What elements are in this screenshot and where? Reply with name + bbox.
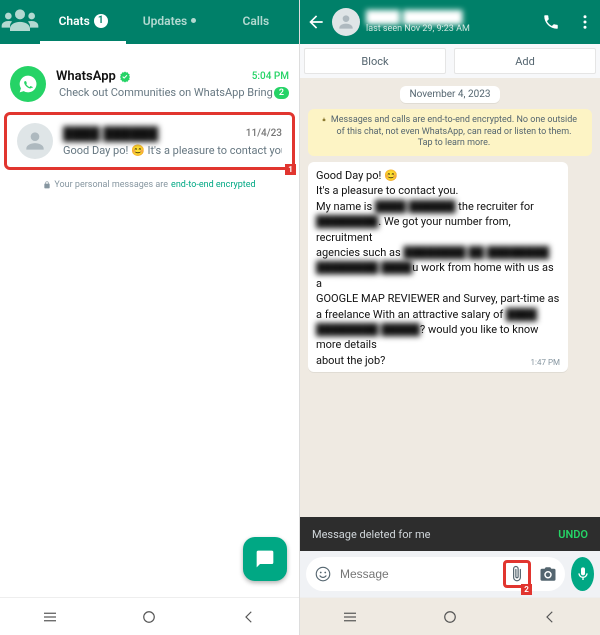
date-pill: November 4, 2023 bbox=[400, 86, 501, 103]
chat-body: ████ ██████ 11/4/23 Good Day po! 😊 It's … bbox=[63, 126, 282, 157]
unread-badge: 2 bbox=[274, 87, 289, 99]
chat-name: WhatsApp bbox=[56, 69, 131, 84]
person-icon bbox=[336, 12, 356, 32]
tab-chats-label: Chats bbox=[59, 14, 90, 28]
chat-time: 11/4/23 bbox=[246, 128, 282, 139]
chat-header-status: last seen Nov 29, 9:23 AM bbox=[366, 24, 526, 34]
emoji-icon[interactable] bbox=[314, 565, 332, 583]
nav-home-icon[interactable] bbox=[140, 608, 158, 626]
nav-back-icon[interactable] bbox=[541, 608, 559, 626]
deleted-label: Message deleted for me bbox=[312, 528, 430, 541]
tab-chats[interactable]: Chats 1 bbox=[40, 0, 126, 44]
undo-button[interactable]: UNDO bbox=[558, 528, 588, 541]
msg-blur: ████████ bbox=[316, 215, 378, 228]
android-nav-bar bbox=[300, 597, 600, 635]
e2e-banner-text: Messages and calls are end-to-end encryp… bbox=[330, 115, 578, 150]
msg-line: It's a pleasure to contact you. bbox=[316, 184, 458, 197]
chat-item-highlight: ████ ██████ 11/4/23 Good Day po! 😊 It's … bbox=[4, 112, 295, 170]
messages-area[interactable]: November 4, 2023 Messages and calls are … bbox=[300, 78, 600, 517]
action-row: Block Add bbox=[300, 44, 600, 78]
chat-list: WhatsApp 5:04 PM Check out Communities o… bbox=[0, 44, 299, 597]
message-time: 1:47 PM bbox=[531, 357, 560, 368]
chat-item-whatsapp[interactable]: WhatsApp 5:04 PM Check out Communities o… bbox=[0, 58, 299, 110]
tab-chats-badge: 1 bbox=[94, 14, 108, 28]
chat-time: 5:04 PM bbox=[252, 71, 289, 82]
lock-icon bbox=[322, 115, 326, 124]
msg-line: agencies such as bbox=[316, 246, 403, 259]
input-bar: 2 bbox=[300, 551, 600, 597]
lock-icon bbox=[43, 181, 51, 189]
chat-name-blurred: ████ ██████ bbox=[63, 126, 158, 142]
msg-line: a freelance With an attractive salary of bbox=[316, 308, 506, 321]
tab-calls-label: Calls bbox=[242, 14, 269, 28]
chat-body: WhatsApp 5:04 PM Check out Communities o… bbox=[56, 69, 289, 99]
tab-updates-dot bbox=[191, 18, 196, 23]
chat-screen: ████ ███████ last seen Nov 29, 9:23 AM B… bbox=[300, 0, 600, 635]
msg-blur: ████████ ████ bbox=[316, 261, 412, 274]
attach-highlight: 2 bbox=[503, 560, 531, 588]
chat-item-unknown[interactable]: ████ ██████ 11/4/23 Good Day po! 😊 It's … bbox=[7, 115, 292, 167]
new-chat-icon bbox=[255, 549, 275, 569]
camera-icon[interactable] bbox=[539, 565, 557, 583]
avatar bbox=[17, 123, 53, 159]
msg-line: the recruiter for bbox=[456, 200, 534, 213]
annotation-badge-2: 2 bbox=[521, 584, 532, 595]
msg-blur: ████████ ██ ████████ bbox=[403, 246, 549, 259]
e2e-banner[interactable]: Messages and calls are end-to-end encryp… bbox=[308, 109, 592, 156]
msg-line: My name is bbox=[316, 200, 375, 213]
msg-blur: ████████ █████ bbox=[316, 323, 420, 336]
call-icon[interactable] bbox=[542, 13, 560, 31]
whatsapp-avatar bbox=[10, 66, 46, 102]
tab-updates-label: Updates bbox=[143, 14, 188, 28]
person-icon bbox=[22, 128, 48, 154]
nav-home-icon[interactable] bbox=[441, 608, 459, 626]
chat-name-text: WhatsApp bbox=[56, 69, 116, 84]
attach-icon[interactable] bbox=[508, 565, 526, 583]
msg-line: GOOGLE MAP REVIEWER and Survey, part-tim… bbox=[316, 292, 559, 305]
new-chat-fab[interactable] bbox=[243, 537, 287, 581]
message-input[interactable] bbox=[340, 567, 495, 581]
nav-recents-icon[interactable] bbox=[41, 608, 59, 626]
chat-header: ████ ███████ last seen Nov 29, 9:23 AM bbox=[300, 0, 600, 44]
community-icon bbox=[0, 1, 40, 41]
tab-community[interactable] bbox=[0, 0, 40, 44]
msg-blur: ████ ██████ bbox=[375, 200, 456, 213]
msg-line: about the job? bbox=[316, 354, 385, 367]
android-nav-bar bbox=[0, 597, 299, 635]
avatar[interactable] bbox=[332, 8, 360, 36]
message-input-container: 2 bbox=[306, 557, 565, 591]
mic-button[interactable] bbox=[571, 557, 594, 591]
top-bar: Chats 1 Updates Calls bbox=[0, 0, 299, 44]
more-icon[interactable] bbox=[576, 13, 594, 31]
whatsapp-logo-icon bbox=[18, 74, 38, 94]
encryption-text: Your personal messages are bbox=[54, 180, 168, 190]
incoming-message[interactable]: Good Day po! 😊 It's a pleasure to contac… bbox=[308, 162, 568, 372]
deleted-snackbar: Message deleted for me UNDO bbox=[300, 517, 600, 551]
tabs: Chats 1 Updates Calls bbox=[0, 0, 299, 44]
chat-preview: Good Day po! 😊 It's a pleasure to contac… bbox=[63, 144, 282, 157]
chat-list-screen: Chats 1 Updates Calls WhatsApp bbox=[0, 0, 300, 635]
annotation-badge-1: 1 bbox=[285, 164, 296, 175]
add-button[interactable]: Add bbox=[454, 48, 596, 74]
back-arrow-icon[interactable] bbox=[306, 12, 326, 32]
msg-blur: ████ bbox=[506, 308, 537, 321]
tab-updates[interactable]: Updates bbox=[126, 0, 212, 44]
chat-header-name-blurred: ████ ███████ bbox=[366, 10, 526, 24]
msg-line: Good Day po! 😊 bbox=[316, 169, 398, 182]
tab-calls[interactable]: Calls bbox=[213, 0, 299, 44]
nav-back-icon[interactable] bbox=[240, 608, 258, 626]
encryption-note[interactable]: Your personal messages are end-to-end en… bbox=[0, 180, 299, 190]
nav-recents-icon[interactable] bbox=[341, 608, 359, 626]
chat-header-info[interactable]: ████ ███████ last seen Nov 29, 9:23 AM bbox=[366, 10, 526, 34]
verified-icon bbox=[119, 71, 131, 83]
mic-icon bbox=[575, 566, 591, 582]
chat-preview-text: Check out Communities on WhatsApp Bring … bbox=[59, 86, 274, 99]
encryption-link: end-to-end encrypted bbox=[171, 180, 256, 190]
block-button[interactable]: Block bbox=[304, 48, 446, 74]
chat-preview: Check out Communities on WhatsApp Bring … bbox=[56, 86, 274, 99]
